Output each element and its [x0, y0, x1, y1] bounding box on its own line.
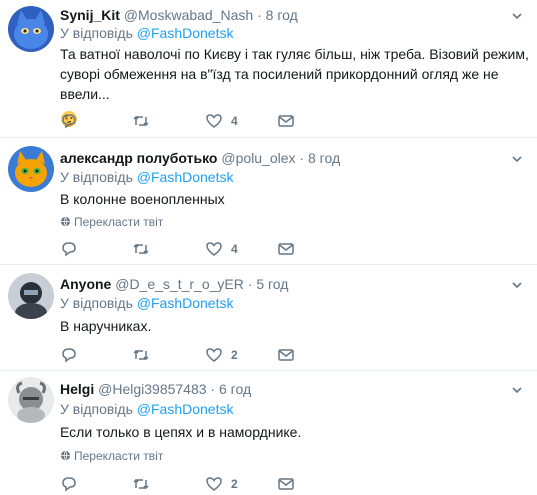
retweet-button[interactable]	[132, 240, 150, 258]
like-button[interactable]: 4	[205, 240, 238, 258]
retweet-icon	[133, 349, 149, 361]
tweet-actions: 2	[60, 346, 320, 364]
heart-icon	[206, 477, 222, 491]
user-handle[interactable]: @D_e_s_t_r_o_yER	[115, 276, 244, 292]
tweet-header: Anyone @D_e_s_t_r_o_yER · 5 год	[60, 275, 288, 293]
reply-prefix: У відповідь	[60, 401, 133, 417]
reply-button[interactable]	[60, 240, 78, 258]
reply-button[interactable]	[60, 475, 78, 493]
display-name[interactable]: Helgi	[60, 381, 94, 397]
heart-icon	[206, 114, 222, 128]
tweet-text: Если только в цепях и в наморднике.	[60, 424, 302, 440]
retweet-button[interactable]	[132, 475, 150, 493]
separator-dot: ·	[210, 381, 216, 397]
timestamp[interactable]: 8 год	[308, 150, 340, 166]
like-button[interactable]: 4	[205, 112, 238, 130]
user-handle[interactable]: @Helgi39857483	[98, 381, 206, 397]
mention-link[interactable]: @FashDonetsk	[137, 169, 234, 185]
retweet-icon	[133, 478, 149, 490]
tweet[interactable]: Synij_Kit @Moskwabad_Nash · 8 год У відп…	[0, 0, 537, 138]
tweet-actions: 2	[60, 475, 320, 493]
retweet-button[interactable]	[132, 112, 150, 130]
mention-link[interactable]: @FashDonetsk	[137, 295, 234, 311]
reply-context: У відповідь @FashDonetsk	[60, 400, 233, 418]
translate-tweet-link[interactable]: Перекласти твіт	[60, 448, 163, 464]
reply-prefix: У відповідь	[60, 169, 133, 185]
tweet[interactable]: Anyone @D_e_s_t_r_o_yER · 5 год У відпов…	[0, 265, 537, 371]
mention-link[interactable]: @FashDonetsk	[137, 25, 234, 41]
retweet-button[interactable]	[132, 346, 150, 364]
chevron-down-icon[interactable]	[511, 279, 523, 291]
timestamp[interactable]: 8 год	[266, 7, 298, 23]
translate-label[interactable]: Перекласти твіт	[74, 215, 163, 229]
avatar[interactable]	[8, 146, 54, 192]
globe-icon	[60, 450, 71, 461]
tweet[interactable]: александр полуботько @polu_olex · 8 год …	[0, 138, 537, 265]
translate-label[interactable]: Перекласти твіт	[74, 449, 163, 463]
reply-prefix: У відповідь	[60, 295, 133, 311]
tweet-header: александр полуботько @polu_olex · 8 год	[60, 149, 340, 167]
translate-tweet-link[interactable]: Перекласти твіт	[60, 214, 163, 230]
tweet-replies-feed: Synij_Kit @Moskwabad_Nash · 8 год У відп…	[0, 0, 537, 495]
reply-icon	[62, 477, 76, 492]
reply-button[interactable]	[60, 112, 78, 130]
heart-icon	[206, 348, 222, 362]
display-name[interactable]: Anyone	[60, 276, 111, 292]
reply-button[interactable]	[60, 346, 78, 364]
heart-icon	[206, 242, 222, 256]
chevron-down-icon[interactable]	[511, 10, 523, 22]
like-count: 2	[231, 348, 238, 362]
dm-button[interactable]	[277, 346, 295, 364]
dm-button[interactable]	[277, 240, 295, 258]
reply-icon	[62, 242, 76, 257]
user-handle[interactable]: @polu_olex	[221, 150, 295, 166]
tweet[interactable]: Helgi @Helgi39857483 · 6 год У відповідь…	[0, 371, 537, 495]
tweet-header: Helgi @Helgi39857483 · 6 год	[60, 380, 251, 398]
like-count: 4	[231, 242, 238, 256]
separator-dot: ·	[257, 7, 262, 23]
dm-button[interactable]	[277, 475, 295, 493]
globe-icon	[60, 216, 71, 227]
dm-button[interactable]	[277, 112, 295, 130]
separator-dot: ·	[247, 276, 253, 292]
reply-icon	[62, 348, 76, 363]
reply-context: У відповідь @FashDonetsk	[60, 24, 233, 42]
avatar[interactable]	[8, 377, 54, 423]
mention-link[interactable]: @FashDonetsk	[137, 401, 234, 417]
timestamp[interactable]: 6 год	[219, 381, 251, 397]
user-handle[interactable]: @Moskwabad_Nash	[124, 7, 253, 23]
like-button[interactable]: 2	[205, 346, 238, 364]
avatar[interactable]	[8, 273, 54, 319]
envelope-icon	[278, 243, 294, 255]
chevron-down-icon[interactable]	[511, 153, 523, 165]
display-name[interactable]: Synij_Kit	[60, 7, 120, 23]
separator-dot: ·	[299, 150, 305, 166]
chevron-down-icon[interactable]	[511, 384, 523, 396]
envelope-icon	[278, 478, 294, 490]
display-name[interactable]: александр полуботько	[60, 150, 217, 166]
envelope-icon	[278, 115, 294, 127]
tweet-header: Synij_Kit @Moskwabad_Nash · 8 год	[60, 6, 298, 24]
reply-prefix: У відповідь	[60, 25, 133, 41]
retweet-icon	[133, 243, 149, 255]
like-count: 4	[231, 114, 238, 128]
tweet-text: В колонне военопленных	[60, 191, 225, 207]
tweet-actions: 4	[60, 112, 320, 130]
envelope-icon	[278, 349, 294, 361]
avatar[interactable]	[8, 6, 54, 52]
reply-context: У відповідь @FashDonetsk	[60, 168, 233, 186]
like-button[interactable]: 2	[205, 475, 238, 493]
reply-context: У відповідь @FashDonetsk	[60, 294, 233, 312]
like-count: 2	[231, 477, 238, 491]
tweet-text-body: Та ватної наволочі по Києву і так гуляє …	[60, 46, 529, 102]
retweet-icon	[133, 115, 149, 127]
reply-icon	[62, 114, 76, 129]
tweet-text: В наручниках.	[60, 318, 152, 334]
tweet-actions: 4	[60, 240, 320, 258]
timestamp[interactable]: 5 год	[256, 276, 288, 292]
